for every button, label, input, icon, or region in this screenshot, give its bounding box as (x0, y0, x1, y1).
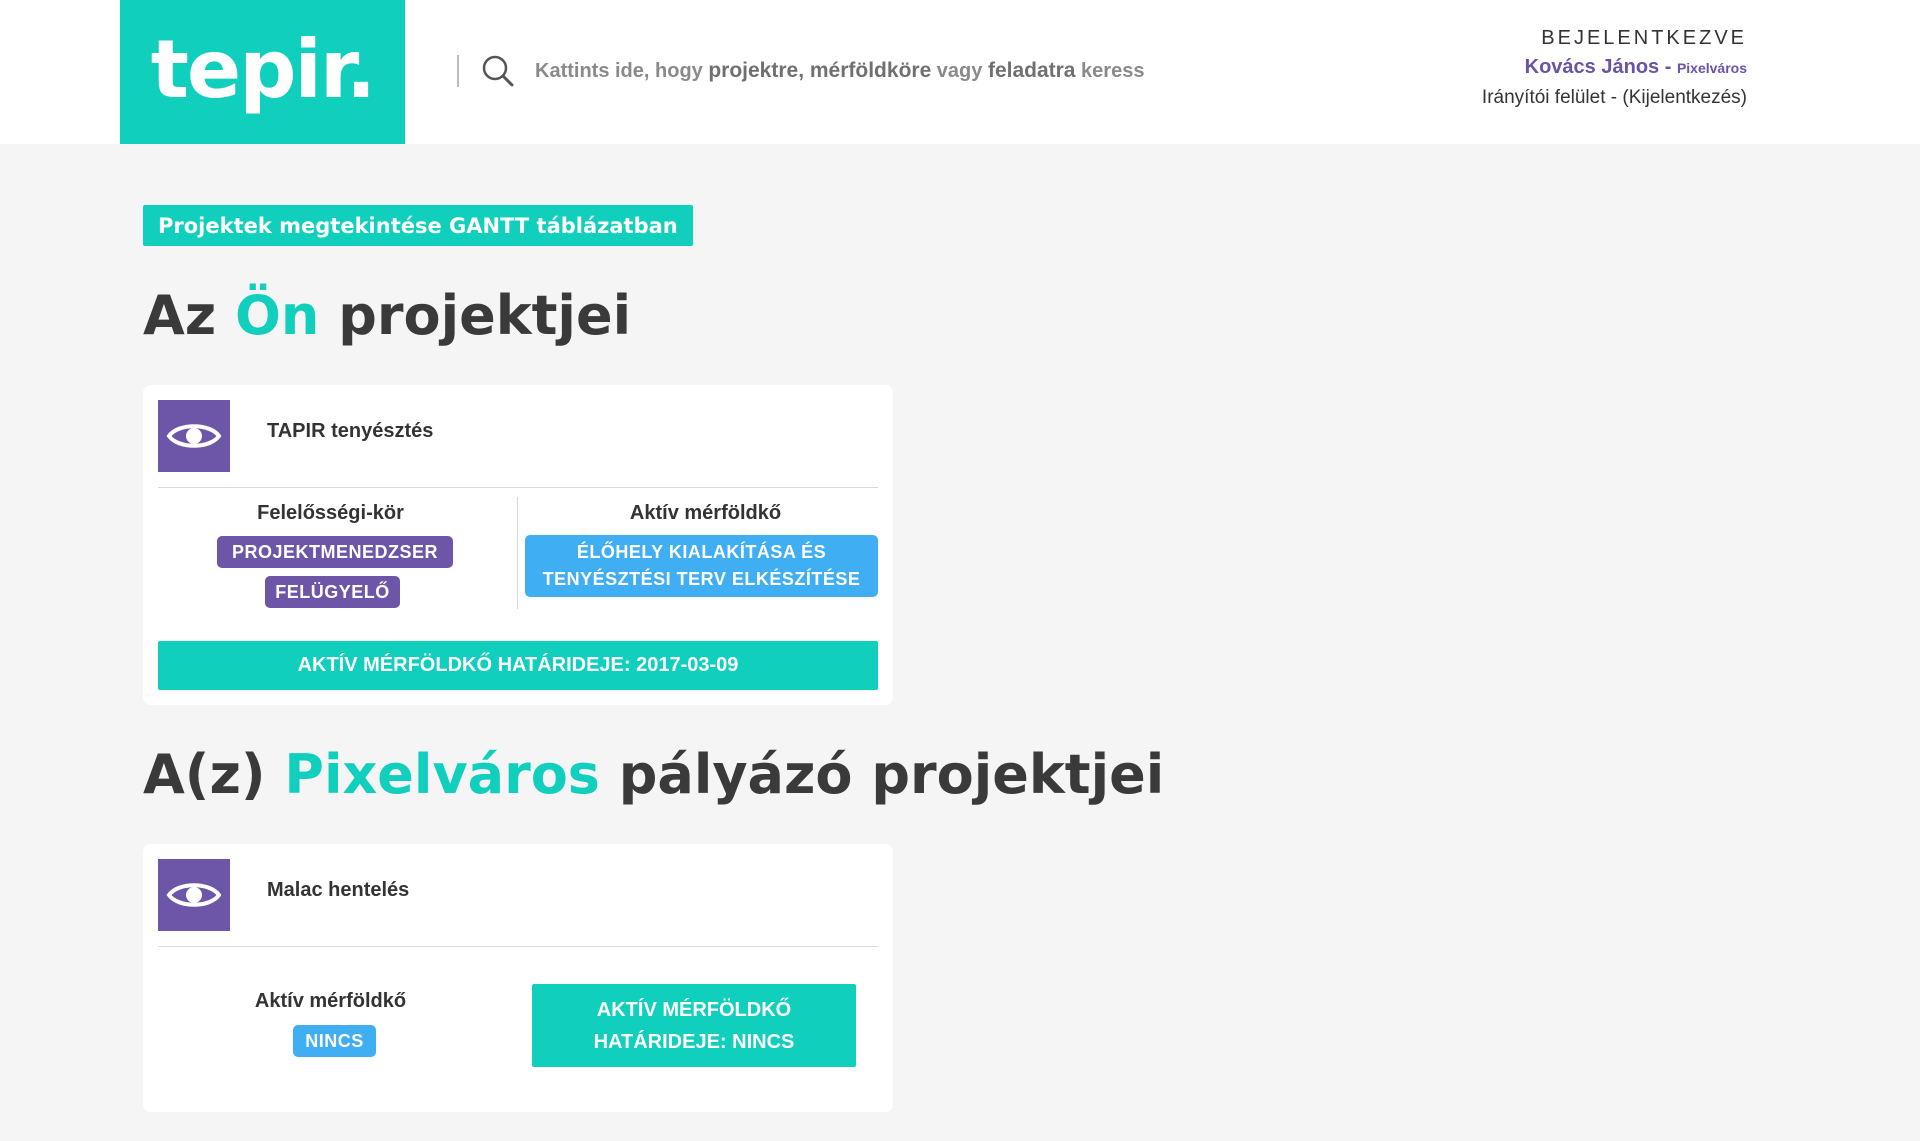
roles-title: Felelősségi-kör (257, 502, 404, 524)
eye-icon (166, 883, 222, 907)
eye-icon (166, 424, 222, 448)
search-placeholder[interactable]: Kattints ide, hogy projektre, mérföldkör… (535, 59, 1144, 83)
applicant-projects-title: A(z) Pixelváros pályázó projektjei (143, 743, 1164, 807)
milestone-line: TENYÉSZTÉSI TERV ELKÉSZÍTÉSE (542, 569, 861, 589)
deadline-line: HATÁRIDEJE: NINCS (593, 1030, 795, 1053)
title-accent: Ön (235, 284, 320, 347)
title-part: pályázó projektjei (599, 743, 1165, 806)
logout-link[interactable]: (Kijelentkezés) (1622, 87, 1747, 108)
milestone-badge: NINCS (293, 1025, 376, 1057)
user-separator: - (1659, 56, 1677, 78)
search-text-part: Kattints ide, hogy (535, 60, 709, 82)
title-part: projektjei (319, 284, 632, 347)
project-card: TAPIR tenyésztés Felelősségi-kör PROJEKT… (143, 385, 893, 705)
project-name[interactable]: TAPIR tenyésztés (267, 420, 433, 443)
deadline-line: AKTÍV MÉRFÖLDKŐ (596, 998, 792, 1021)
search-icon[interactable] (481, 53, 521, 89)
role-badge: FELÜGYELŐ (265, 576, 400, 608)
search-divider (457, 55, 459, 87)
title-part: A(z) (143, 743, 285, 806)
search-bar[interactable]: Kattints ide, hogy projektre, mérföldkör… (457, 54, 1144, 88)
gantt-view-button[interactable]: Projektek megtekintése GANTT táblázatban (143, 205, 693, 246)
milestone-line: ÉLŐHELY KIALAKÍTÁSA ÉS (576, 542, 827, 562)
link-separator: - (1605, 87, 1623, 108)
milestone-title: Aktív mérföldkő (254, 990, 407, 1012)
login-status: BEJELENTKEZVE (1541, 27, 1747, 49)
search-text-part: keress (1075, 60, 1145, 82)
title-part: Az (143, 284, 236, 347)
project-card-header: Malac hentelés (158, 859, 878, 947)
dashboard-link[interactable]: Irányítói felület (1482, 87, 1606, 108)
logo[interactable]: tepir. (120, 0, 405, 144)
view-project-button[interactable] (158, 859, 230, 931)
search-text-part: feladatra (987, 59, 1076, 82)
deadline-bar: AKTÍV MÉRFÖLDKŐ HATÁRIDEJE: 2017-03-09 (158, 641, 878, 690)
title-accent: Pixelváros (284, 743, 600, 806)
top-header: tepir. Kattints ide, hogy projektre, mér… (0, 0, 1920, 144)
milestone-title: Aktív mérföldkő (629, 502, 782, 524)
view-project-button[interactable] (158, 400, 230, 472)
search-text-part: vagy (931, 60, 988, 82)
user-panel: BEJELENTKEZVE Kovács János - Pixelváros … (1482, 24, 1747, 112)
logo-text: tepir. (150, 22, 377, 116)
project-name[interactable]: Malac hentelés (267, 879, 409, 902)
project-card-header: TAPIR tenyésztés (158, 400, 878, 488)
milestone-badge[interactable]: ÉLŐHELY KIALAKÍTÁSA ÉS TENYÉSZTÉSI TERV … (525, 535, 878, 597)
user-name[interactable]: Kovács János (1525, 56, 1660, 78)
user-organization[interactable]: Pixelváros (1677, 60, 1747, 76)
deadline-bar: AKTÍV MÉRFÖLDKŐ HATÁRIDEJE: NINCS (532, 984, 856, 1067)
project-card: Malac hentelés Aktív mérföldkő NINCS AKT… (143, 844, 893, 1112)
own-projects-title: Az Ön projektjei (143, 284, 631, 348)
user-info: Kovács János - Pixelváros (1482, 52, 1747, 84)
user-links: Irányítói felület - (Kijelentkezés) (1482, 84, 1747, 112)
search-text-part: projektre, mérföldköre (708, 59, 932, 82)
role-badge: PROJEKTMENEDZSER (217, 536, 453, 568)
